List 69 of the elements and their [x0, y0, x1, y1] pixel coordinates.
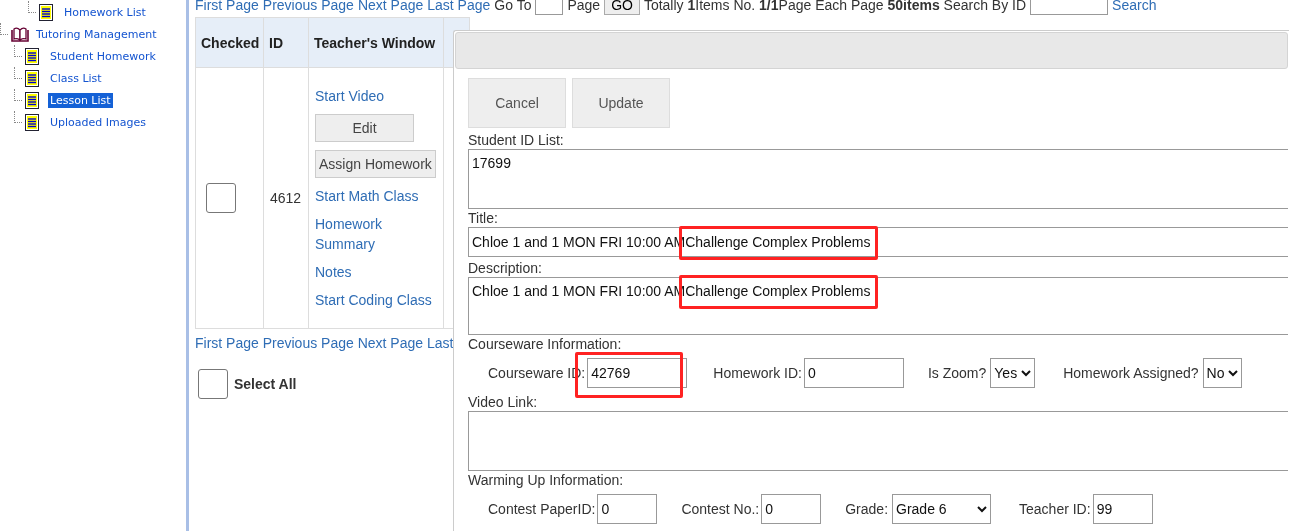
action-button[interactable]: Assign Homework	[315, 150, 436, 178]
action-button[interactable]: Edit	[315, 114, 414, 142]
field-label: Title:	[468, 209, 499, 227]
page-link[interactable]: Next Page	[357, 335, 424, 351]
page-link[interactable]: First Page	[195, 0, 259, 13]
field-label: Video Link:	[468, 393, 538, 411]
page-link[interactable]: Previous Page	[262, 335, 354, 351]
goto-label: Go To	[494, 0, 532, 13]
tree-item[interactable]: Class List	[48, 70, 104, 86]
page-label: Page	[567, 0, 601, 13]
action-link[interactable]: Homework Summary	[315, 214, 435, 254]
tree-item[interactable]: Homework List	[62, 4, 148, 20]
dialog-button[interactable]: Cancel	[468, 78, 566, 128]
field-label: Homework ID:	[713, 364, 802, 382]
field-label: Courseware Information:	[468, 335, 623, 353]
tree-item[interactable]: Student Homework	[48, 48, 158, 64]
document-icon	[25, 69, 39, 87]
go-button[interactable]: GO	[604, 0, 640, 15]
action-link[interactable]: Notes	[315, 262, 435, 282]
document-icon	[25, 91, 39, 109]
checkbox[interactable]	[198, 369, 228, 399]
field-label: Warming Up Information:	[468, 471, 625, 489]
input-field[interactable]: 99	[1092, 494, 1153, 524]
input-field[interactable]: 0	[597, 494, 658, 524]
page-link[interactable]: Last	[426, 335, 454, 351]
action-link[interactable]: Start Video	[315, 86, 435, 106]
field-label: Description:	[468, 259, 543, 277]
field-label: Homework Assigned?	[1063, 364, 1199, 382]
dropdown[interactable]: Grade 6	[892, 494, 992, 524]
field-label: Teacher ID:	[1019, 500, 1091, 518]
column-header: Checked	[195, 17, 264, 68]
tree-item[interactable]: Tutoring Management	[34, 26, 159, 42]
document-icon	[25, 113, 39, 131]
field-label: Is Zoom?	[927, 364, 987, 382]
field-label: Contest PaperID:	[488, 500, 596, 518]
page-link[interactable]: Last Page	[427, 0, 491, 13]
search-link[interactable]: Search	[1112, 0, 1157, 13]
action-link[interactable]: Start Coding Class	[315, 290, 435, 310]
input-field[interactable]: 0	[803, 358, 904, 388]
textarea-field[interactable]	[468, 411, 1288, 471]
chevron-icon	[977, 505, 988, 513]
action-link[interactable]: Start Math Class	[315, 186, 435, 206]
document-icon	[25, 47, 39, 65]
chevron-icon	[1021, 369, 1032, 377]
page-link[interactable]: First Page	[195, 335, 259, 351]
tree-item[interactable]: Uploaded Images	[48, 114, 148, 130]
field-label: Grade:	[845, 500, 889, 518]
search-field[interactable]	[1030, 0, 1109, 15]
input-field[interactable]: 0	[761, 494, 822, 524]
items-summary: Totally 1Items No. 1/1Page Each Page 50items Search By ID	[643, 0, 1027, 13]
input-field[interactable]: 42769	[587, 358, 688, 388]
select-all-label: Select All	[234, 376, 297, 392]
book-icon	[11, 26, 29, 42]
field-label: Contest No.:	[681, 500, 760, 518]
document-icon	[39, 3, 53, 21]
column-header: Teacher's Window	[308, 17, 444, 68]
table-cell: 4612	[263, 67, 309, 329]
page-field[interactable]	[535, 0, 564, 15]
dropdown[interactable]: Yes	[990, 358, 1036, 388]
column-header: ID	[263, 17, 309, 68]
page-link[interactable]: Previous Page	[262, 0, 354, 13]
checkbox[interactable]	[206, 183, 236, 213]
dropdown[interactable]: No	[1202, 358, 1243, 388]
tree-item[interactable]: Lesson List	[48, 92, 113, 108]
textarea-field[interactable]: 17699	[468, 149, 1288, 209]
page-link[interactable]: Next Page	[357, 0, 424, 13]
chevron-icon	[1228, 369, 1239, 377]
field-label: Student ID List:	[468, 131, 565, 149]
dialog-button[interactable]: Update	[572, 78, 670, 128]
